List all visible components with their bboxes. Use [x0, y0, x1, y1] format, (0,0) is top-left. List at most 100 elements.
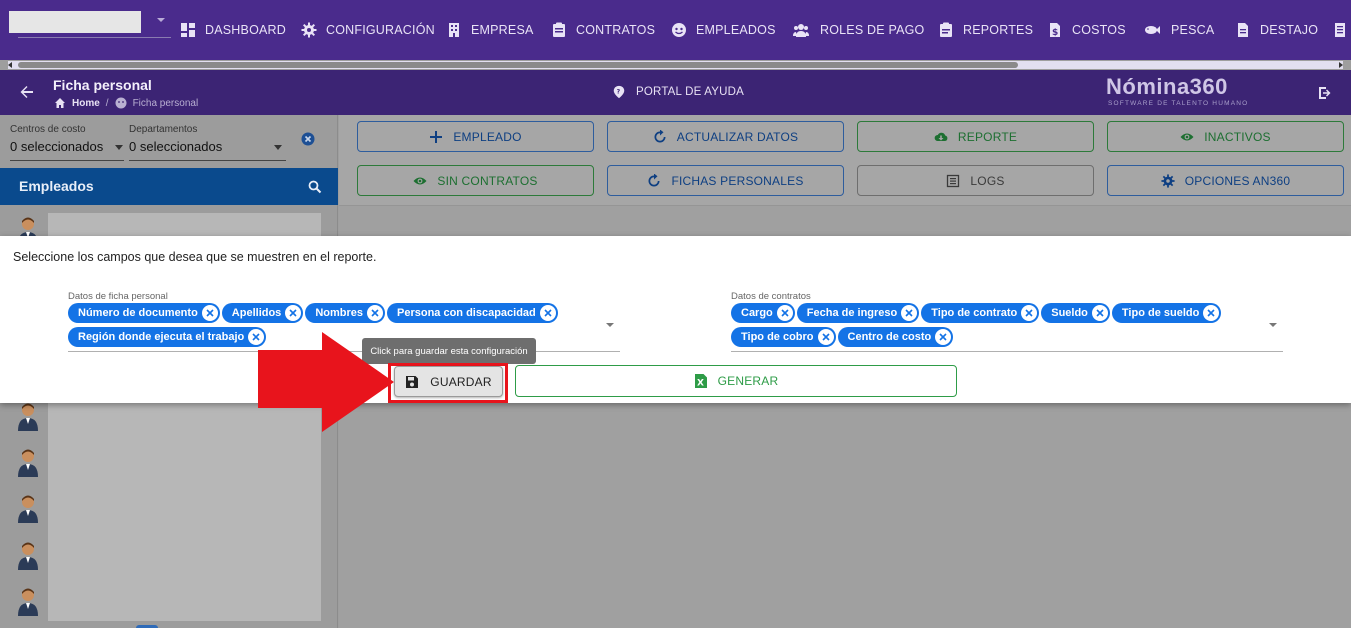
chip: Tipo de contrato [921, 303, 1040, 323]
nav-label: COSTOS [1072, 23, 1126, 37]
logs-button[interactable]: LOGS [857, 165, 1094, 196]
chevron-down-icon[interactable] [606, 323, 614, 327]
button-label: LOGS [970, 173, 1005, 188]
nav-item-dashboard[interactable]: DASHBOARD [180, 20, 286, 40]
logout-icon[interactable] [1317, 85, 1333, 101]
eye-icon [1180, 133, 1194, 140]
close-icon[interactable] [367, 305, 383, 321]
nav-item-destajo[interactable]: DESTAJO [1235, 20, 1318, 40]
button-label: OPCIONES AN360 [1184, 173, 1291, 188]
inactive-button[interactable]: INACTIVOS [1107, 121, 1344, 152]
chip-label: Persona con discapacidad [397, 307, 536, 319]
nav-label: ROLES DE PAGO [820, 23, 925, 37]
chevron-down-icon[interactable] [157, 18, 165, 22]
close-icon[interactable] [776, 305, 793, 321]
departments-underline [129, 160, 286, 161]
company-selector-underline [18, 37, 171, 38]
list-icon [947, 174, 960, 187]
avatar-icon [18, 449, 38, 477]
an360-options-button[interactable]: OPCIONES AN360 [1107, 165, 1344, 196]
avatar-icon [18, 403, 38, 431]
personal-records-button[interactable]: FICHAS PERSONALES [607, 165, 844, 196]
generate-label: GENERAR [717, 374, 779, 388]
departments-select[interactable]: 0 seleccionados [129, 139, 222, 154]
chevron-down-icon[interactable] [274, 145, 282, 150]
chip: Fecha de ingreso [796, 303, 920, 323]
face-icon [672, 23, 686, 37]
chevron-down-icon[interactable] [115, 145, 123, 150]
chip: Número de documento [68, 303, 220, 323]
back-arrow-icon[interactable] [19, 84, 35, 100]
chip-label: Nombres [315, 307, 363, 319]
button-label: EMPLEADO [453, 129, 522, 144]
avatar-icon [18, 495, 38, 523]
search-icon[interactable] [308, 180, 322, 194]
breadcrumb-current: Ficha personal [132, 97, 199, 109]
nav-item-costos[interactable]: $ COSTOS [1047, 20, 1126, 40]
generate-button[interactable]: X GENERAR [515, 365, 957, 397]
close-icon[interactable] [1203, 305, 1220, 321]
close-icon[interactable] [817, 329, 834, 345]
close-icon[interactable] [935, 329, 952, 345]
clear-filter-icon[interactable] [301, 132, 315, 146]
nav-scrollbar[interactable] [8, 61, 1343, 69]
arrow-left-icon[interactable] [8, 62, 12, 68]
close-icon[interactable] [1021, 305, 1038, 321]
chip-label: Región donde ejecuta el trabajo [78, 331, 245, 343]
fish-icon [1145, 26, 1160, 34]
breadcrumb-home[interactable]: Home [72, 98, 100, 109]
nav-item-pesca[interactable]: PESCA [1142, 20, 1214, 40]
svg-text:X: X [697, 379, 704, 389]
chip: Apellidos [221, 303, 304, 323]
chevron-down-icon[interactable] [1269, 323, 1277, 327]
chip-label: Tipo de sueldo [1121, 307, 1200, 319]
help-portal-link[interactable]: ? PORTAL DE AYUDA [612, 85, 744, 99]
nav-item-roles-de-pago[interactable]: ROLES DE PAGO [791, 20, 924, 40]
dashboard-icon [181, 23, 195, 37]
save-label: GUARDAR [430, 374, 492, 389]
close-icon[interactable] [285, 305, 302, 321]
red-arrow-annotation [258, 332, 394, 432]
eye-icon [413, 177, 427, 184]
save-button[interactable]: GUARDAR [394, 366, 503, 397]
refresh-data-button[interactable]: ACTUALIZAR DATOS [607, 121, 844, 152]
refresh-icon [648, 173, 660, 186]
close-icon[interactable] [539, 305, 556, 321]
report-fields-dialog: Seleccione los campos que desea que se m… [0, 236, 1351, 403]
refresh-icon [654, 129, 666, 142]
nav-item-empresa[interactable]: EMPRESA [446, 20, 534, 40]
chip-label: Apellidos [231, 307, 282, 319]
arrow-right-icon[interactable] [1339, 62, 1343, 68]
people-icon [793, 24, 809, 37]
chip: Centro de costo [837, 327, 954, 347]
button-label: SIN CONTRATOS [437, 173, 538, 188]
nav-item-contratos[interactable]: CONTRATOS [551, 20, 655, 40]
save-icon [406, 375, 419, 388]
chip: Tipo de sueldo [1111, 303, 1222, 323]
company-selector[interactable] [9, 11, 141, 33]
button-label: INACTIVOS [1204, 129, 1271, 144]
nav-label: PESCA [1171, 23, 1215, 37]
nav-item-configuracion[interactable]: CONFIGURACIÓN [301, 20, 435, 40]
brand-logo: Nómina360 [1106, 74, 1228, 99]
personal-fields-label: Datos de ficha personal [68, 291, 168, 302]
add-employee-button[interactable]: EMPLEADO [357, 121, 594, 152]
close-icon[interactable] [901, 305, 918, 321]
nav-item-empleados[interactable]: EMPLEADOS [671, 20, 776, 40]
chip-label: Fecha de ingreso [806, 307, 898, 319]
nav-label: EMPLEADOS [696, 23, 776, 37]
nav-item-reportes[interactable]: REPORTES [938, 20, 1033, 40]
action-toolbar: EMPLEADO ACTUALIZAR DATOS REPORTE INACTI… [339, 115, 1351, 206]
report-icon [940, 22, 952, 37]
nav-item-more[interactable] [1333, 20, 1349, 40]
close-icon[interactable] [1091, 305, 1108, 321]
table-icon [1335, 23, 1345, 37]
close-icon[interactable] [201, 305, 218, 321]
scroll-thumb[interactable] [18, 62, 1018, 68]
no-contracts-button[interactable]: SIN CONTRATOS [357, 165, 594, 196]
cost-centers-select[interactable]: 0 seleccionados [10, 139, 103, 154]
nav-label: EMPRESA [471, 23, 534, 37]
cost-centers-underline [10, 160, 124, 161]
report-button[interactable]: REPORTE [857, 121, 1094, 152]
contract-fields-select[interactable]: Cargo Fecha de ingreso Tipo de contrato … [731, 303, 1261, 347]
